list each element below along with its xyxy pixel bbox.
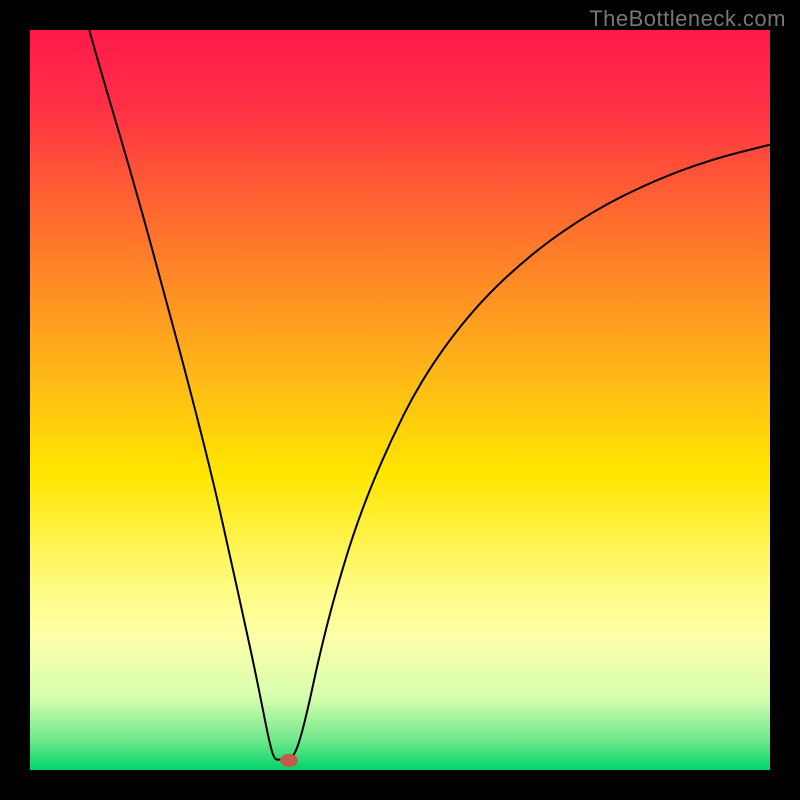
plot-area <box>30 30 770 770</box>
chart-frame: TheBottleneck.com <box>0 0 800 800</box>
minimum-marker <box>280 754 298 767</box>
watermark-text: TheBottleneck.com <box>589 6 786 32</box>
gradient-background <box>30 30 770 770</box>
chart-svg <box>30 30 770 770</box>
